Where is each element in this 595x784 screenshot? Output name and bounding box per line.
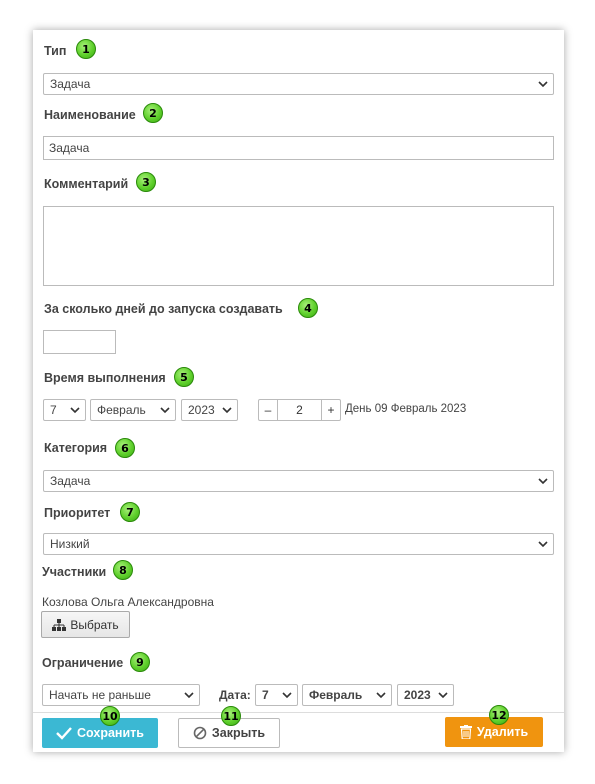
- participants-label: Участники: [42, 565, 107, 579]
- callout-badge-10: 10: [100, 706, 120, 726]
- priority-label: Приоритет: [44, 506, 111, 520]
- exec-time-label: Время выполнения: [44, 371, 166, 385]
- category-select-value: Задача: [50, 474, 91, 488]
- exec-date-summary: День 09 Февраль 2023: [345, 403, 467, 415]
- callout-badge-1: 1: [76, 39, 96, 59]
- callout-badge-11: 11: [221, 706, 241, 726]
- stepper-minus-button[interactable]: –: [259, 400, 278, 420]
- chevron-down-icon: [376, 692, 386, 699]
- priority-select[interactable]: Низкий: [43, 533, 554, 555]
- comment-label: Комментарий: [44, 177, 129, 191]
- close-button-label: Закрыть: [211, 726, 266, 740]
- days-before-input[interactable]: [43, 330, 116, 354]
- stepper-value[interactable]: 2: [278, 400, 321, 420]
- restriction-day-select[interactable]: 7: [255, 684, 298, 706]
- restriction-label: Ограничение: [42, 656, 124, 670]
- type-label: Тип: [44, 44, 67, 58]
- restriction-year-select[interactable]: 2023: [397, 684, 454, 706]
- type-select[interactable]: Задача: [43, 73, 554, 95]
- save-button-label: Сохранить: [77, 726, 144, 740]
- chevron-down-icon: [160, 407, 170, 414]
- restriction-month-select[interactable]: Февраль: [302, 684, 392, 706]
- delete-button-label: Удалить: [476, 725, 529, 739]
- callout-badge-9: 9: [130, 652, 150, 672]
- exec-year-select[interactable]: 2023: [181, 399, 238, 421]
- select-participants-button[interactable]: Выбрать: [41, 611, 130, 638]
- stepper-plus-button[interactable]: +: [321, 400, 340, 420]
- chevron-down-icon: [538, 81, 548, 88]
- callout-badge-4: 4: [298, 298, 318, 318]
- exec-day-stepper[interactable]: – 2 +: [258, 399, 341, 421]
- trash-icon: [459, 725, 472, 739]
- exec-month-select[interactable]: Февраль: [90, 399, 176, 421]
- chevron-down-icon: [222, 407, 232, 414]
- chevron-down-icon: [184, 692, 194, 699]
- callout-badge-5: 5: [174, 367, 194, 387]
- chevron-down-icon: [70, 407, 80, 414]
- category-label: Категория: [44, 441, 108, 455]
- task-form-panel: Тип 1 Задача Наименование 2 Задача Комме…: [33, 30, 564, 752]
- chevron-down-icon: [538, 478, 548, 485]
- category-select[interactable]: Задача: [43, 470, 554, 492]
- name-input-value: Задача: [49, 141, 90, 155]
- exec-year-value: 2023: [188, 403, 215, 417]
- restriction-date-label: Дата:: [219, 688, 251, 702]
- restriction-day-value: 7: [262, 688, 269, 702]
- days-before-label: За сколько дней до запуска создавать: [44, 302, 283, 316]
- type-select-value: Задача: [50, 77, 91, 91]
- chevron-down-icon: [538, 541, 548, 548]
- restriction-month-value: Февраль: [309, 688, 363, 702]
- comment-textarea[interactable]: [43, 206, 554, 286]
- participant-name: Козлова Ольга Александровна: [42, 595, 214, 609]
- restriction-mode-value: Начать не раньше: [49, 688, 151, 702]
- exec-day-value: 7: [50, 403, 57, 417]
- org-tree-icon: [52, 618, 67, 631]
- restriction-year-value: 2023: [404, 688, 431, 702]
- callout-badge-7: 7: [120, 502, 140, 522]
- exec-day-select[interactable]: 7: [43, 399, 86, 421]
- name-input[interactable]: Задача: [43, 136, 554, 160]
- exec-month-value: Февраль: [97, 403, 146, 417]
- forbidden-icon: [193, 726, 207, 740]
- callout-badge-3: 3: [136, 172, 156, 192]
- chevron-down-icon: [438, 692, 448, 699]
- priority-select-value: Низкий: [50, 537, 90, 551]
- callout-badge-8: 8: [113, 560, 133, 580]
- callout-badge-2: 2: [143, 103, 163, 123]
- chevron-down-icon: [282, 692, 292, 699]
- save-button[interactable]: Сохранить: [42, 718, 158, 748]
- callout-badge-12: 12: [489, 705, 509, 725]
- check-icon: [56, 727, 72, 740]
- name-label: Наименование: [44, 108, 136, 122]
- callout-badge-6: 6: [115, 438, 135, 458]
- select-participants-label: Выбрать: [70, 617, 119, 632]
- restriction-mode-select[interactable]: Начать не раньше: [42, 684, 200, 706]
